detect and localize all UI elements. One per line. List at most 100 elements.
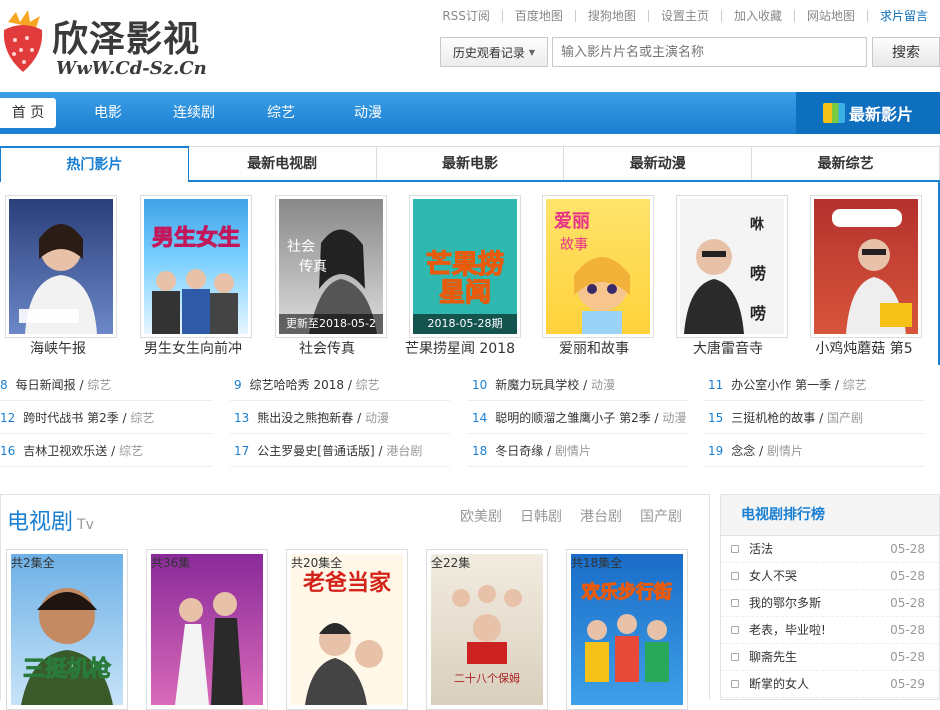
nav-anime[interactable]: 动漫 <box>354 92 382 134</box>
tv-cat-jpkr[interactable]: 日韩剧 <box>520 506 562 526</box>
tv-cat-domestic[interactable]: 国产剧 <box>640 506 682 526</box>
request-movie-link[interactable]: 求片留言 <box>866 10 940 22</box>
tab-latest-tv[interactable]: 最新电视剧 <box>188 146 377 180</box>
tv-icon <box>731 599 739 607</box>
newest-badge-icon <box>822 103 845 123</box>
list-item[interactable]: 11 办公室小作 第一季 / 综艺 <box>708 376 867 393</box>
poster-card[interactable]: 社会 传真 更新至2018-05-2 <box>275 195 387 338</box>
list-item[interactable]: 10 新魔力玩具学校 / 动漫 <box>472 376 615 393</box>
list-item[interactable]: 13 熊出没之熊抱新春 / 动漫 <box>234 409 389 426</box>
list-item[interactable]: 女人不哭 05-28 <box>721 563 939 590</box>
history-dropdown[interactable]: 历史观看记录 ▼ <box>440 37 548 67</box>
tab-hot[interactable]: 热门影片 <box>0 146 189 182</box>
poster-title[interactable]: 男生女生向前冲 <box>133 338 253 358</box>
poster-title[interactable]: 海峡午报 <box>0 338 118 358</box>
sogou-map-link[interactable]: 搜狗地图 <box>574 10 648 22</box>
list-item[interactable]: 8 每日新闻报 / 综艺 <box>0 376 111 393</box>
poster-image: 欢乐步行街 共18集全 <box>571 554 683 705</box>
poster-image: 共36集 <box>151 554 263 705</box>
poster-card[interactable] <box>810 195 922 338</box>
divider <box>468 433 688 434</box>
tv-section-subtitle: Tv <box>77 517 94 533</box>
newest-label: 最新影片 <box>848 105 913 124</box>
poster-image: 芒果捞 星闻 2018-05-28期 <box>413 199 517 334</box>
tv-icon <box>731 680 739 688</box>
nav-variety[interactable]: 综艺 <box>267 92 295 134</box>
svg-text:社会: 社会 <box>287 239 315 255</box>
list-item[interactable]: 14 聪明的顺溜之雏鹰小子 第2季 / 动漫 <box>472 409 686 426</box>
poster-image: 男生女生 <box>144 199 248 334</box>
poster-card[interactable]: 老爸当家 共20集全 <box>286 549 408 710</box>
poster-card[interactable]: 爱丽 故事 <box>542 195 654 338</box>
poster-caption: 2018-05-28期 <box>413 314 517 334</box>
top-links: RSS订阅 百度地图 搜狗地图 设置主页 加入收藏 网站地图 求片留言 <box>430 7 940 25</box>
tv-icon <box>731 626 739 634</box>
tv-cat-western[interactable]: 欧美剧 <box>460 506 502 526</box>
add-favorite-link[interactable]: 加入收藏 <box>720 10 794 22</box>
divider <box>704 466 924 467</box>
nav-home[interactable]: 首 页 <box>0 98 56 128</box>
poster-card[interactable]: 三挺机枪 共2集全 <box>6 549 128 710</box>
poster-card[interactable]: 欢乐步行街 共18集全 <box>566 549 688 710</box>
list-item[interactable]: 断掌的女人 05-29 <box>721 671 939 698</box>
sitemap-link[interactable]: 网站地图 <box>793 10 867 22</box>
list-item[interactable]: 老表，毕业啦! 05-28 <box>721 617 939 644</box>
list-item[interactable]: 我的鄂尔多斯 05-28 <box>721 590 939 617</box>
tv-icon <box>731 545 739 553</box>
set-homepage-link[interactable]: 设置主页 <box>647 10 721 22</box>
list-item[interactable]: 17 公主罗曼史[普通话版] / 港台剧 <box>234 442 422 459</box>
poster-image: 爱丽 故事 <box>546 199 650 334</box>
tv-section-title[interactable]: 电视剧 Tv <box>7 504 94 536</box>
history-label: 历史观看记录 <box>452 45 525 60</box>
list-item[interactable]: 12 跨时代战书 第2季 / 综艺 <box>0 409 154 426</box>
poster-title[interactable]: 爱丽和故事 <box>534 338 654 358</box>
poster-title[interactable]: 小鸡炖蘑菇 第5 <box>804 338 924 358</box>
svg-text:二十八个保姆: 二十八个保姆 <box>454 671 520 685</box>
divider <box>230 400 450 401</box>
divider <box>468 400 688 401</box>
nav-movie[interactable]: 电影 <box>94 92 122 134</box>
tab-latest-anime[interactable]: 最新动漫 <box>564 146 753 180</box>
poster-card[interactable]: 共36集 <box>146 549 268 710</box>
svg-text:唠: 唠 <box>750 304 766 323</box>
rss-link[interactable]: RSS订阅 <box>430 10 502 22</box>
poster-image <box>814 199 918 334</box>
list-item[interactable]: 活法 05-28 <box>721 536 939 563</box>
tab-latest-variety[interactable]: 最新综艺 <box>752 146 940 180</box>
poster-card[interactable] <box>5 195 117 338</box>
strawberry-logo-icon <box>3 10 43 72</box>
svg-text:男生女生: 男生女生 <box>152 225 240 251</box>
svg-text:唠: 唠 <box>750 264 766 283</box>
site-logo[interactable]: 欣泽影视 WwW.Cd-Sz.Cn <box>0 4 215 80</box>
tab-latest-movie[interactable]: 最新电影 <box>376 146 565 180</box>
poster-card[interactable]: 芒果捞 星闻 2018-05-28期 <box>409 195 521 338</box>
svg-text:传真: 传真 <box>299 259 327 275</box>
poster-title[interactable]: 芒果捞星闻 2018 <box>400 338 520 358</box>
logo-url: WwW.Cd-Sz.Cn <box>56 58 207 79</box>
poster-image: 咻 唠 唠 <box>680 199 784 334</box>
list-item[interactable]: 聊斋先生 05-28 <box>721 644 939 671</box>
tv-categories: 欧美剧 日韩剧 港台剧 国产剧 <box>460 506 682 526</box>
list-item[interactable]: 15 三挺机枪的故事 / 国产剧 <box>708 409 863 426</box>
poster-card[interactable]: 咻 唠 唠 <box>676 195 788 338</box>
search-input[interactable] <box>552 37 867 67</box>
list-item[interactable]: 19 念念 / 剧情片 <box>708 442 803 459</box>
list-item[interactable]: 18 冬日奇缘 / 剧情片 <box>472 442 591 459</box>
poster-card[interactable]: 男生女生 <box>140 195 252 338</box>
nav-series[interactable]: 连续剧 <box>173 92 215 134</box>
list-item[interactable]: 9 综艺哈哈秀 2018 / 综艺 <box>234 376 380 393</box>
tv-cat-hktw[interactable]: 港台剧 <box>580 506 622 526</box>
tv-icon <box>731 653 739 661</box>
poster-image: 老爸当家 共20集全 <box>291 554 403 705</box>
poster-title[interactable]: 大唐雷音寺 <box>668 338 788 358</box>
list-item[interactable]: 16 吉林卫视欢乐送 / 综艺 <box>0 442 143 459</box>
divider <box>704 400 924 401</box>
poster-title[interactable]: 社会传真 <box>267 338 387 358</box>
poster-card[interactable]: 二十八个保姆 全22集 <box>426 549 548 710</box>
search-button[interactable]: 搜索 <box>872 37 940 67</box>
newest-movies-button[interactable]: 最新影片 <box>796 92 940 134</box>
baidu-map-link[interactable]: 百度地图 <box>501 10 575 22</box>
divider <box>0 400 212 401</box>
divider <box>0 433 212 434</box>
site-header: 欣泽影视 WwW.Cd-Sz.Cn RSS订阅 百度地图 搜狗地图 设置主页 加… <box>0 0 940 92</box>
